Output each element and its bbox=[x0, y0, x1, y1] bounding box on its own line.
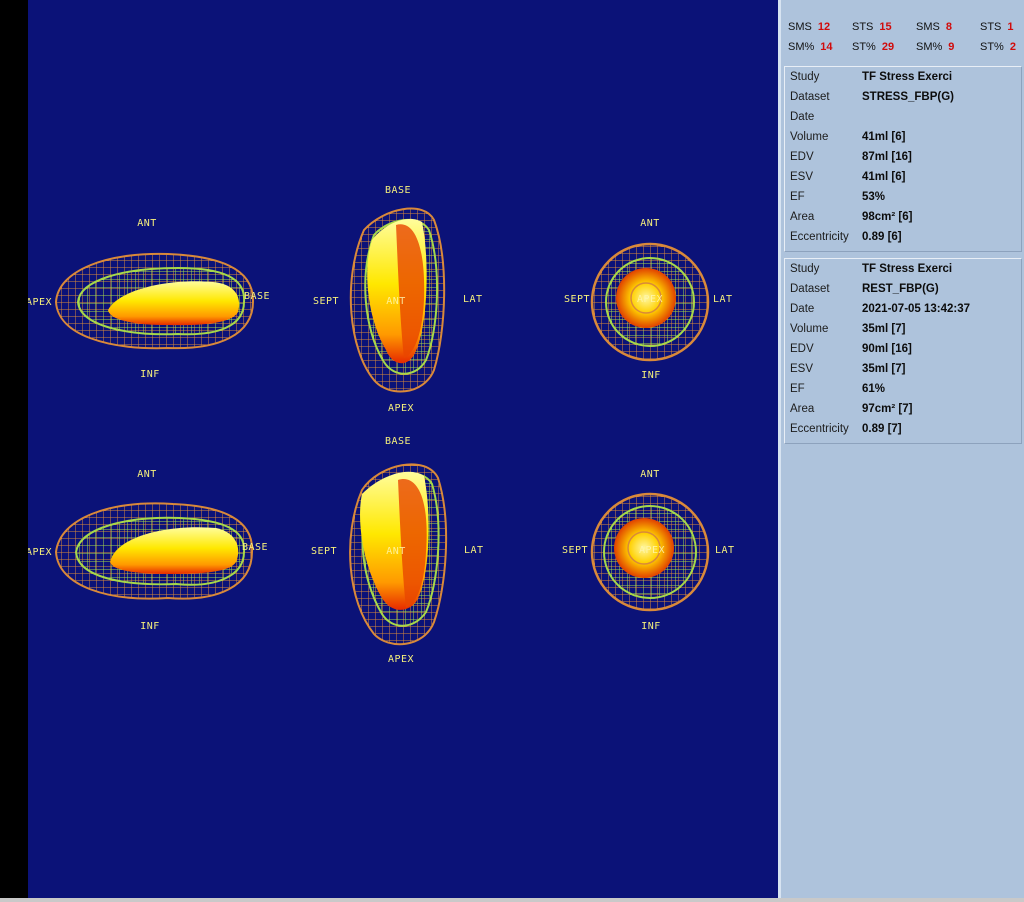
rest-sa-lat-label: LAT bbox=[715, 545, 735, 556]
stress-vla-apex-label: APEX bbox=[387, 403, 415, 414]
perfusion-scores: SMS 12 STS 15 SMS 8 STS 1 SM% 14 ST% 29 SM% 9 S… bbox=[781, 0, 1024, 62]
stress-hla-ant-label: ANT bbox=[137, 218, 157, 229]
rest-hla-inf-label: INF bbox=[140, 621, 160, 632]
stress-sa-lat-label: LAT bbox=[713, 294, 733, 305]
score-sm-percent-stress: SM% 14 bbox=[788, 41, 833, 53]
stress-hla-inf-label: INF bbox=[140, 369, 160, 380]
info-row-dataset: Dataset STRESS_FBP(G) bbox=[790, 91, 955, 103]
rest-info-box: Study TF Stress Exerci Dataset REST_FBP(G)… bbox=[784, 258, 1022, 444]
bottom-status-strip bbox=[0, 898, 1024, 902]
info-row-ef: EF 53% bbox=[790, 191, 886, 203]
stress-sa-apex-label: APEX bbox=[636, 294, 664, 305]
info-row-edv: EDV 90ml [16] bbox=[790, 343, 912, 355]
rest-sa-inf-label: INF bbox=[641, 621, 661, 632]
info-row-study: Study TF Stress Exerci bbox=[790, 71, 953, 83]
rest-sa-ant-label: ANT bbox=[640, 469, 660, 480]
info-row-area: Area 98cm² [6] bbox=[790, 211, 913, 223]
rest-hla-base-label: BASE bbox=[242, 542, 269, 553]
info-row-volume: Volume 41ml [6] bbox=[790, 131, 906, 143]
info-row-eccentricity: Eccentricity 0.89 [7] bbox=[790, 423, 902, 435]
stress-hla-surface[interactable] bbox=[48, 240, 268, 370]
info-row-eccentricity: Eccentricity 0.89 [6] bbox=[790, 231, 902, 243]
rest-hla-surface[interactable] bbox=[48, 490, 268, 620]
score-st-percent-rest: ST% 2 bbox=[980, 41, 1016, 53]
stress-vla-sept-label: SEPT bbox=[313, 296, 340, 307]
stress-vla-lat-label: LAT bbox=[463, 294, 483, 305]
rest-hla-apex-label: APEX bbox=[28, 547, 53, 558]
score-sts-stress: STS 15 bbox=[852, 21, 892, 33]
info-row-study: Study TF Stress Exerci bbox=[790, 263, 953, 275]
info-row-date: Date 2021-07-05 13:42:37 bbox=[790, 303, 971, 315]
rest-vla-ant-label: ANT bbox=[386, 546, 406, 557]
info-row-ef: EF 61% bbox=[790, 383, 886, 395]
stress-info-box: Study TF Stress Exerci Dataset STRESS_FBP(… bbox=[784, 66, 1022, 252]
rest-sa-apex-label: APEX bbox=[638, 545, 666, 556]
info-row-dataset: Dataset REST_FBP(G) bbox=[790, 283, 939, 295]
score-st-percent-stress: ST% 29 bbox=[852, 41, 895, 53]
score-sts-rest: STS 1 bbox=[980, 21, 1014, 33]
rest-vla-apex-label: APEX bbox=[387, 654, 415, 665]
score-sm-percent-rest: SM% 9 bbox=[916, 41, 955, 53]
stress-hla-apex-label: APEX bbox=[28, 297, 53, 308]
info-row-area: Area 97cm² [7] bbox=[790, 403, 913, 415]
info-row-esv: ESV 41ml [6] bbox=[790, 171, 906, 183]
stress-sa-ant-label: ANT bbox=[640, 218, 660, 229]
rest-vla-sept-label: SEPT bbox=[311, 546, 338, 557]
polar-3d-viewport[interactable]: ANT INF APEX BASE BASE SEPT ANT LAT APEX… bbox=[28, 0, 778, 898]
stress-vla-ant-label: ANT bbox=[386, 296, 406, 307]
results-panel: SMS 12 STS 15 SMS 8 STS 1 SM% 14 ST% 29 SM% 9 S… bbox=[778, 0, 1024, 898]
score-sms-stress: SMS 12 bbox=[788, 21, 831, 33]
info-row-volume: Volume 35ml [7] bbox=[790, 323, 906, 335]
rest-sa-sept-label: SEPT bbox=[562, 545, 589, 556]
stress-vla-base-label: BASE bbox=[384, 185, 412, 196]
stress-sa-inf-label: INF bbox=[641, 370, 661, 381]
stress-hla-base-label: BASE bbox=[244, 291, 271, 302]
rest-hla-ant-label: ANT bbox=[137, 469, 157, 480]
info-row-date: Date bbox=[790, 111, 815, 123]
stress-sa-sept-label: SEPT bbox=[564, 294, 591, 305]
info-row-edv: EDV 87ml [16] bbox=[790, 151, 912, 163]
score-sms-rest: SMS 8 bbox=[916, 21, 952, 33]
info-row-esv: ESV 35ml [7] bbox=[790, 363, 906, 375]
rest-vla-lat-label: LAT bbox=[464, 545, 484, 556]
rest-vla-base-label: BASE bbox=[384, 436, 412, 447]
